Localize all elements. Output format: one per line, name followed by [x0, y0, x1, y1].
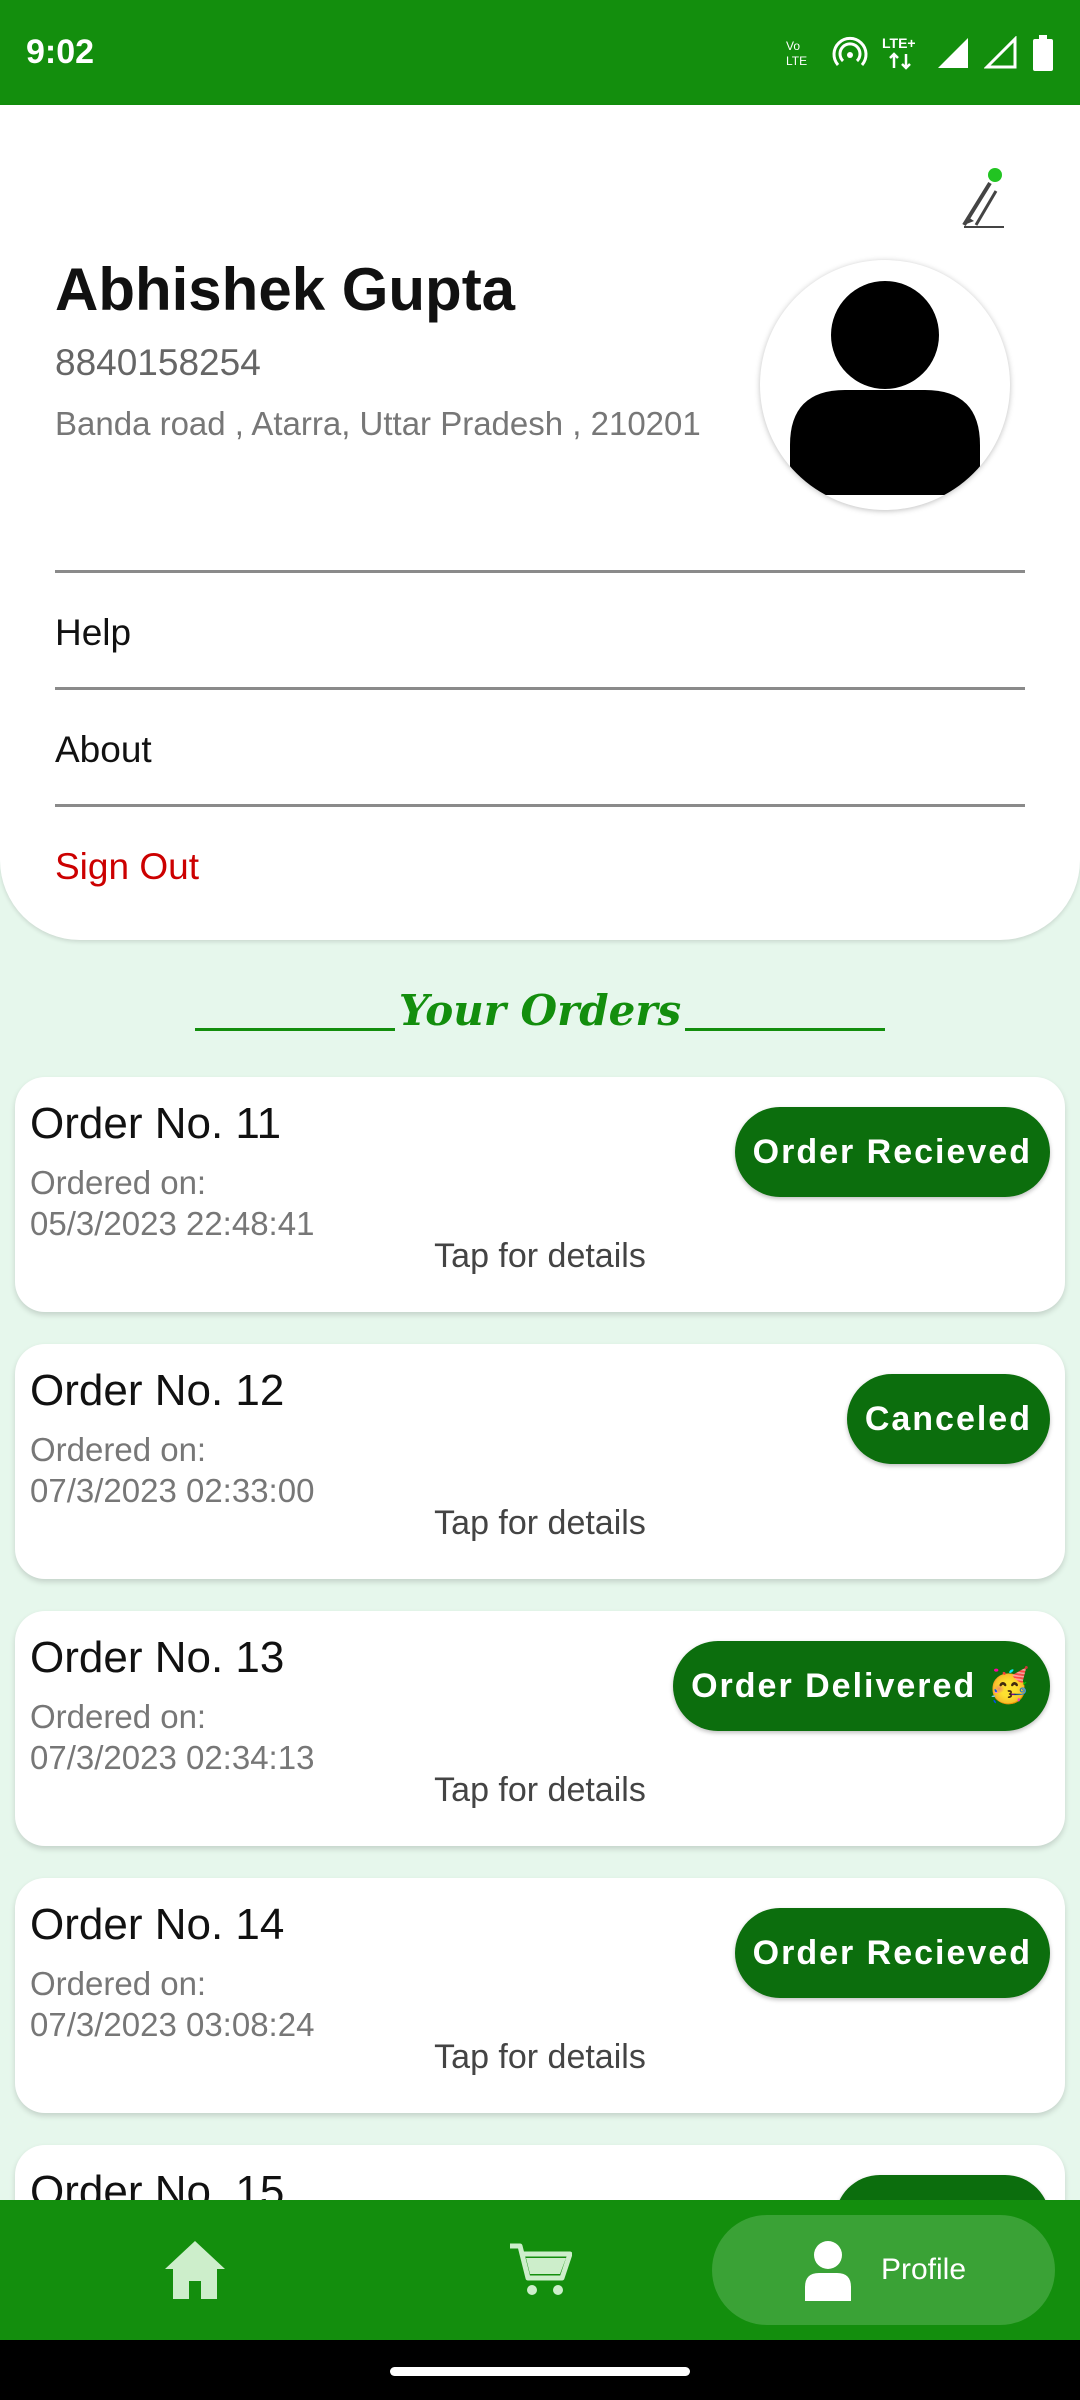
user-address: Banda road , Atarra, Uttar Pradesh , 210…	[55, 405, 701, 442]
order-number: Order No. 12	[30, 1366, 285, 1415]
order-status-badge[interactable]: Order Recieved	[734, 1107, 1050, 1197]
divider	[55, 804, 1025, 807]
user-name: Abhishek Gupta	[55, 256, 516, 323]
order-status-badge[interactable]: Order Delivered 🥳	[673, 1641, 1050, 1731]
pencil-edit-icon	[962, 168, 1004, 228]
about-menu-item[interactable]: About	[55, 692, 1025, 807]
tap-for-details: Tap for details	[434, 1504, 646, 1542]
sign-out-button[interactable]: Sign Out	[55, 809, 1025, 924]
battery-icon	[1033, 34, 1053, 71]
order-card[interactable]: Order No. 12 Ordered on: 07/3/2023 02:33…	[15, 1344, 1065, 1579]
hotspot-icon	[832, 36, 868, 66]
svg-text:LTE: LTE	[786, 54, 807, 68]
heading-line-left	[195, 1028, 395, 1031]
user-avatar-icon	[790, 281, 980, 495]
about-label: About	[55, 728, 152, 770]
orders-heading: Your Orders	[195, 975, 885, 1035]
order-date: Ordered on: 07/3/2023 03:08:24	[30, 1963, 314, 2045]
person-icon	[804, 2241, 851, 2301]
avatar[interactable]	[760, 260, 1010, 510]
ordered-on-label: Ordered on:	[30, 1164, 207, 1201]
tap-for-details: Tap for details	[434, 1771, 646, 1809]
tap-for-details: Tap for details	[434, 2038, 646, 2076]
order-card[interactable]: Order No. 13 Ordered on: 07/3/2023 02:34…	[15, 1611, 1065, 1846]
status-time: 9:02	[26, 33, 95, 71]
signal-icon	[938, 37, 968, 68]
order-number: Order No. 15	[30, 2167, 285, 2200]
home-icon	[165, 2241, 225, 2299]
tap-for-details: Tap for details	[434, 1237, 646, 1275]
order-number: Order No. 14	[30, 1900, 285, 1949]
gesture-bar	[0, 2340, 1080, 2400]
nav-home-button[interactable]	[145, 2235, 245, 2305]
status-icons: Vo LTE LTE+	[782, 34, 1054, 72]
ordered-on-label: Ordered on:	[30, 1965, 207, 2002]
nav-profile-button[interactable]: Profile	[712, 2215, 1055, 2325]
order-date: Ordered on: 07/3/2023 02:33:00	[30, 1429, 314, 1511]
sign-out-label: Sign Out	[55, 845, 199, 887]
profile-card: Abhishek Gupta 8840158254 Banda road , A…	[0, 105, 1080, 940]
cart-icon	[510, 2243, 572, 2295]
order-date: Ordered on: 07/3/2023 02:34:13	[30, 1696, 314, 1778]
orders-list[interactable]: Order No. 11 Ordered on: 05/3/2023 22:48…	[0, 1075, 1080, 2200]
help-menu-item[interactable]: Help	[55, 575, 1025, 690]
order-number: Order No. 13	[30, 1633, 285, 1682]
heading-line-right	[685, 1028, 885, 1031]
orders-heading-text: Your Orders	[398, 986, 682, 1035]
order-date: Ordered on: 05/3/2023 22:48:41	[30, 1162, 314, 1244]
order-card[interactable]: Order No. 11 Ordered on: 05/3/2023 22:48…	[15, 1077, 1065, 1312]
order-card[interactable]: Order No. 15	[15, 2145, 1065, 2200]
volte-icon: Vo LTE	[786, 39, 807, 68]
home-gesture-handle[interactable]	[390, 2367, 690, 2376]
edit-profile-button[interactable]	[950, 165, 1010, 235]
nav-profile-label: Profile	[880, 2253, 967, 2286]
lte-plus-icon: LTE+	[882, 35, 916, 70]
ordered-on-label: Ordered on:	[30, 1698, 207, 1735]
signal-empty-icon	[984, 35, 1017, 68]
order-status-badge[interactable]: Order Recieved	[734, 1908, 1050, 1998]
ordered-on-label: Ordered on:	[30, 1431, 207, 1468]
bottom-nav: Profile	[0, 2200, 1080, 2340]
svg-text:Vo: Vo	[786, 39, 800, 53]
divider	[55, 570, 1025, 573]
order-status-badge[interactable]	[835, 2175, 1050, 2200]
order-status-badge[interactable]: Canceled	[846, 1374, 1050, 1464]
user-phone: 8840158254	[55, 342, 261, 383]
order-number: Order No. 11	[30, 1099, 282, 1148]
divider	[55, 687, 1025, 690]
status-bar: 9:02 Vo LTE LTE+	[0, 0, 1080, 105]
help-label: Help	[55, 611, 132, 653]
nav-cart-button[interactable]	[490, 2235, 590, 2305]
svg-text:LTE+: LTE+	[882, 35, 916, 51]
order-card[interactable]: Order No. 14 Ordered on: 07/3/2023 03:08…	[15, 1878, 1065, 2113]
